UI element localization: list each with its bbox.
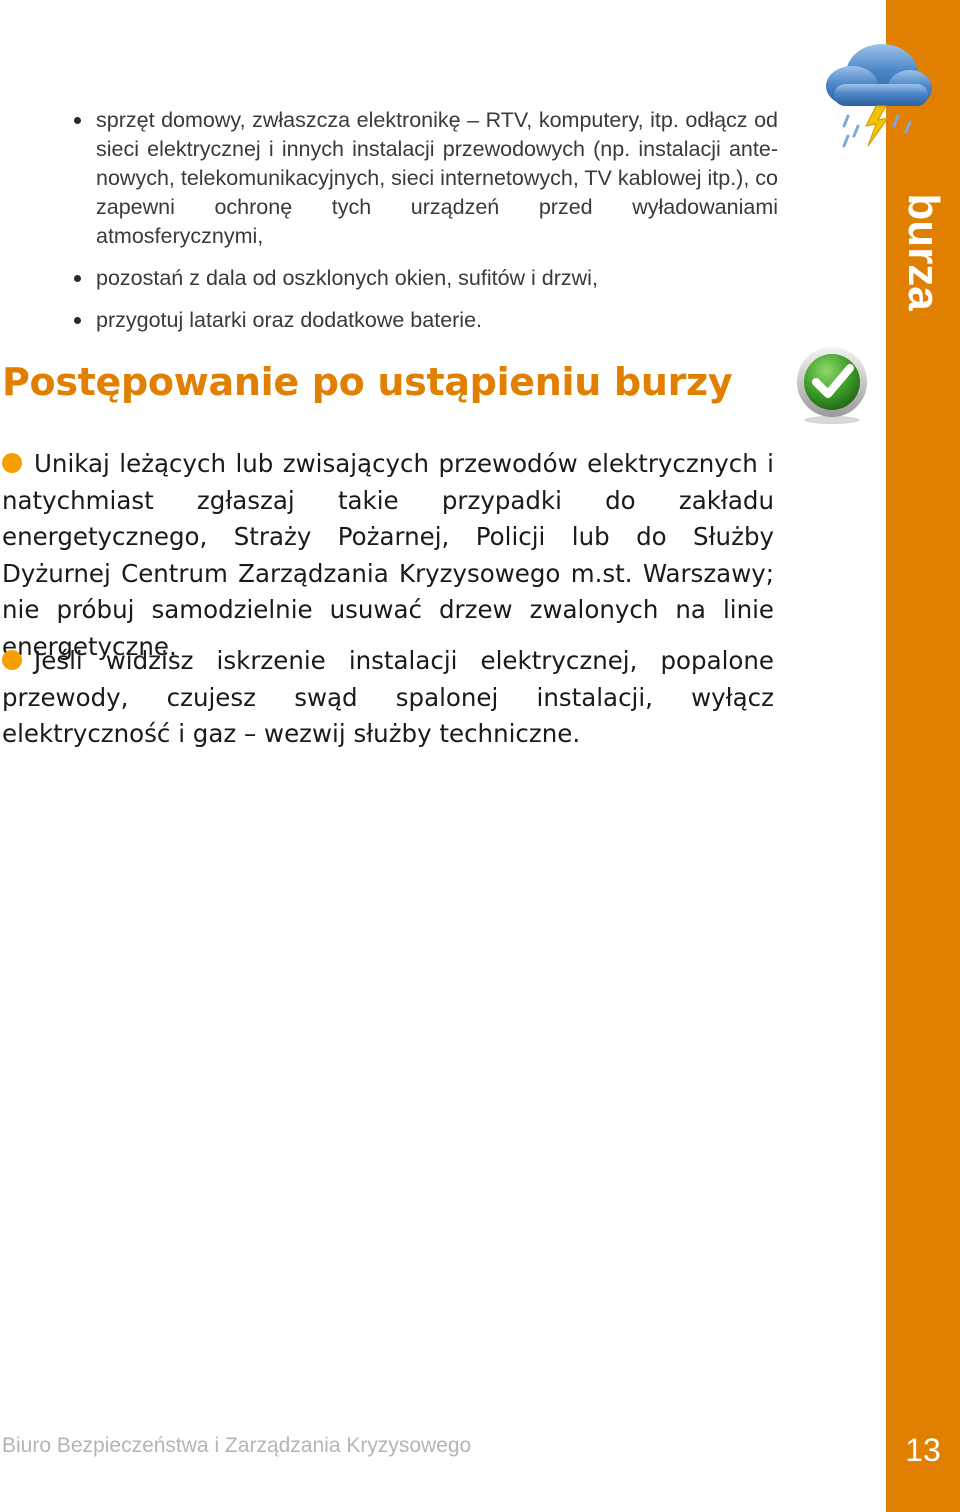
precaution-list: sprzęt domowy, zwłaszcza elektronikę – R…	[72, 106, 778, 348]
orange-bullet-icon	[2, 453, 22, 473]
list-item-text: przygotuj latarki oraz dodatkowe baterie…	[96, 308, 483, 332]
bullet-dot-icon	[74, 275, 81, 282]
orange-bullet-icon	[2, 650, 22, 670]
bullet-dot-icon	[74, 117, 81, 124]
list-item: pozostań z dala od oszklonych okien, suf…	[72, 264, 778, 293]
section-tab-label: burza	[899, 193, 948, 311]
instruction-paragraph: Jeśli widzisz iskrzenie instalacji elekt…	[2, 643, 774, 753]
paragraph-text: Unikaj leżących lub zwisających przewodó…	[2, 449, 774, 661]
list-item-text: pozostań z dala od oszklonych okien, suf…	[96, 266, 598, 290]
bullet-dot-icon	[74, 317, 81, 324]
page-number: 13	[905, 1432, 941, 1468]
list-item-text: sprzęt domowy, zwłaszcza elektronikę – R…	[96, 108, 778, 248]
checkmark-icon	[797, 347, 867, 424]
list-item: sprzęt domowy, zwłaszcza elektronikę – R…	[72, 106, 778, 251]
storm-cloud-icon	[826, 44, 932, 148]
instruction-paragraph: Unikaj leżących lub zwisających przewodó…	[2, 446, 774, 665]
list-item: przygotuj latarki oraz dodatkowe baterie…	[72, 306, 778, 335]
section-title: Postępowanie po ustąpieniu burzy	[2, 360, 733, 404]
paragraph-text: Jeśli widzisz iskrzenie instalacji elekt…	[2, 646, 774, 748]
footer-publisher: Biuro Bezpieczeństwa i Zarządzania Kryzy…	[2, 1434, 472, 1457]
